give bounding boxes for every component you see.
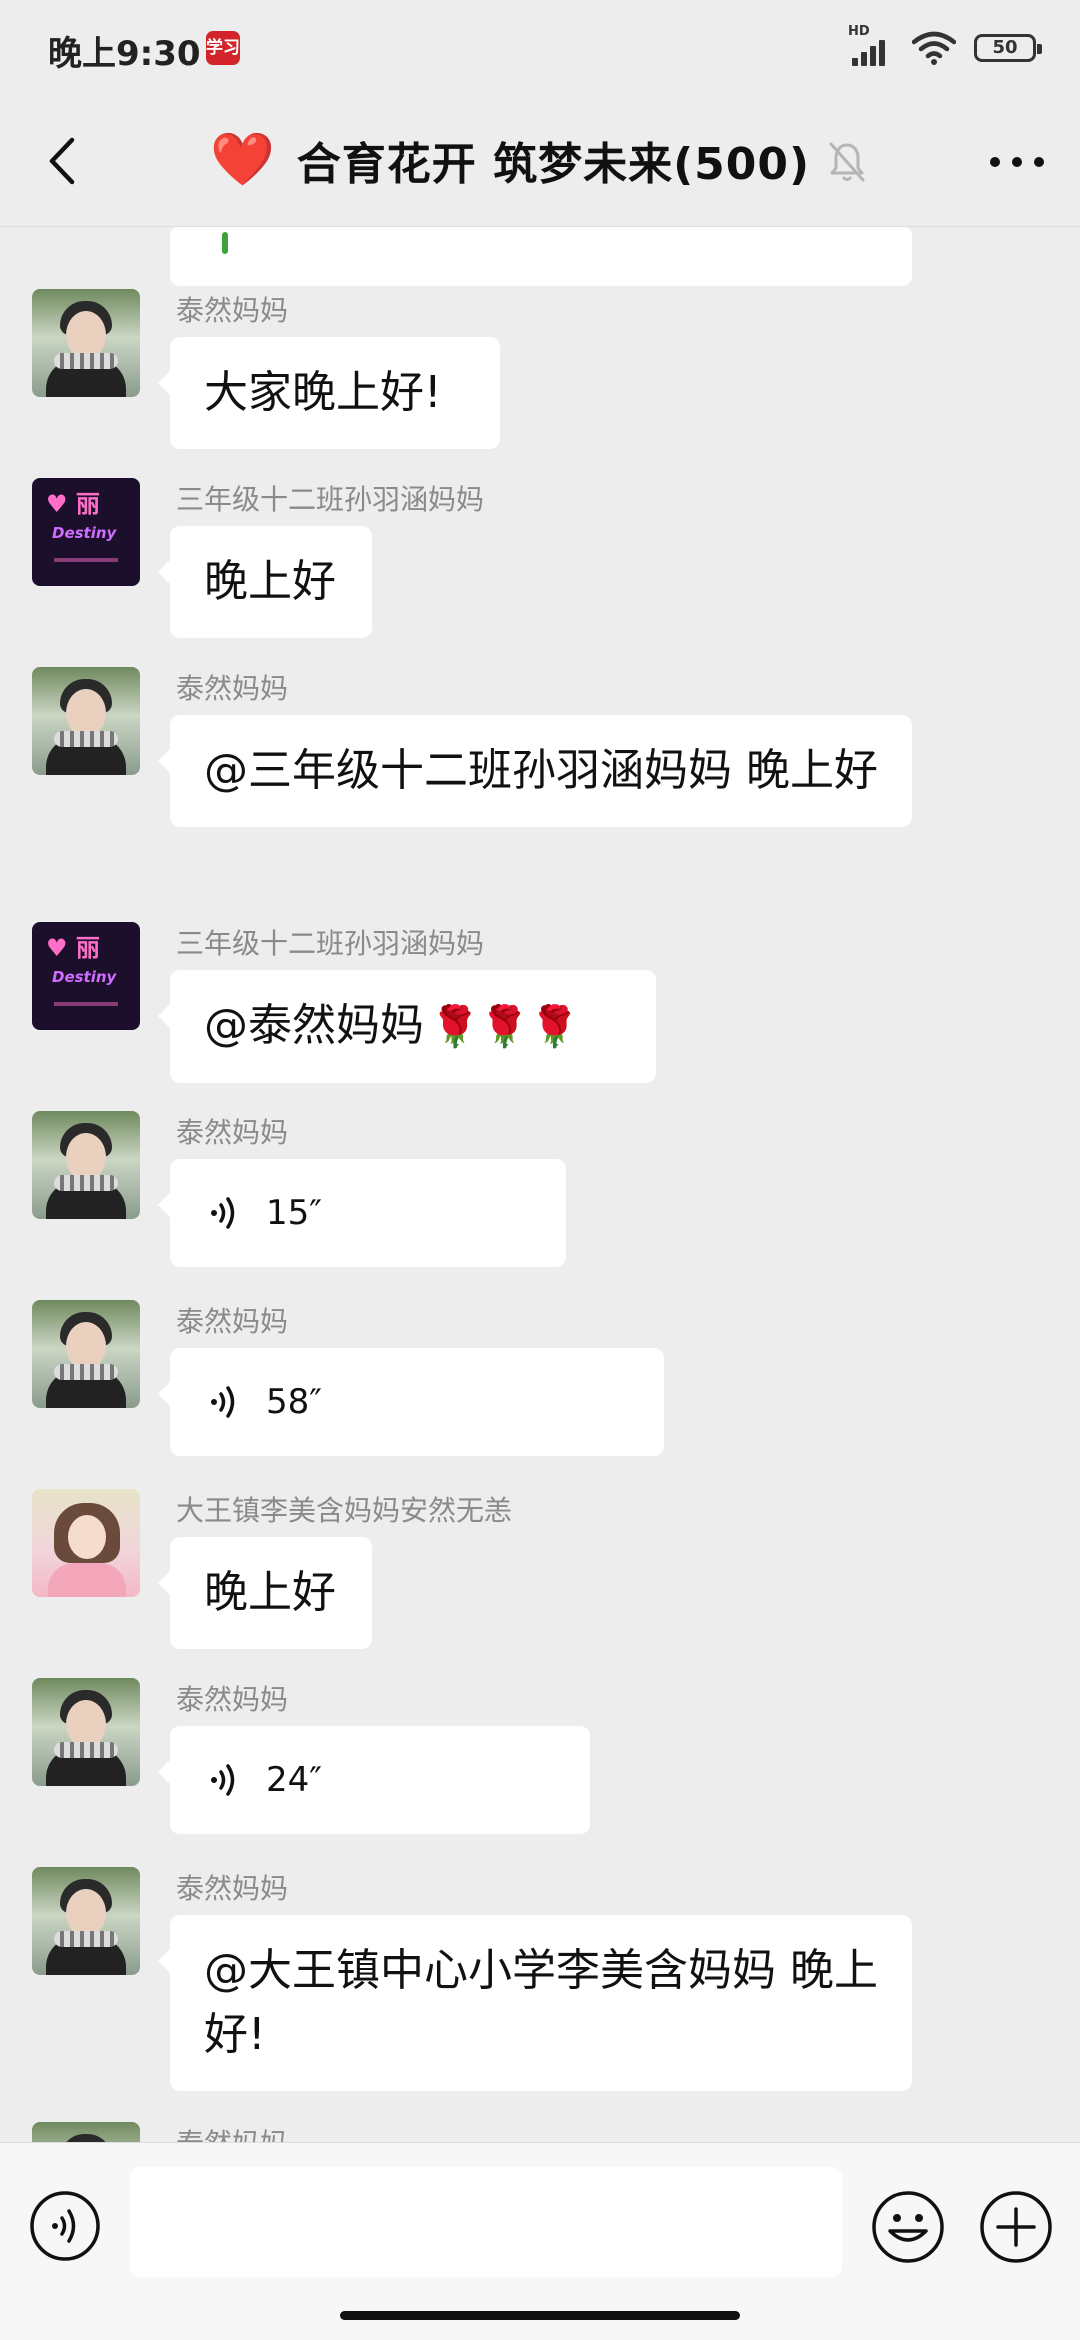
voice-message-bubble[interactable]: 24″ [158, 1726, 590, 1834]
message-bubble[interactable]: @泰然妈妈 🌹🌹🌹 [158, 970, 656, 1083]
app-notification-icon: 学习 [206, 31, 240, 65]
emoji-icon[interactable] [870, 2189, 946, 2265]
avatar[interactable] [32, 1111, 140, 1219]
message-text: 晚上好 [204, 1567, 336, 1618]
sender-name: 泰然妈妈 [176, 2122, 288, 2142]
home-indicator[interactable] [340, 2311, 740, 2320]
voice-message-bubble[interactable]: 58″ [158, 1348, 664, 1456]
message-text: @三年级十二班孙羽涵妈妈 晚上好 [204, 745, 878, 796]
battery-icon: 50 [974, 34, 1042, 62]
rose-emoji: 🌹🌹🌹 [430, 1004, 580, 1050]
sender-name: 泰然妈妈 [176, 1872, 289, 1905]
message-text: 大家晚上好! [204, 367, 442, 418]
voice-duration: 24″ [266, 1760, 322, 1800]
message-text: @大王镇中心小学李美含妈妈 晚上好! [204, 1945, 878, 2060]
message-bubble[interactable]: 晚上好 [158, 1537, 372, 1649]
voice-duration: 58″ [266, 1382, 322, 1422]
message-text: @泰然妈妈 [204, 1000, 424, 1051]
sender-name: 大王镇李美含妈妈安然无恙 [176, 1494, 513, 1527]
voice-message-bubble[interactable]: 15″ [158, 1159, 566, 1267]
message-bubble[interactable]: @三年级十二班孙羽涵妈妈 晚上好 [158, 715, 912, 827]
avatar[interactable] [32, 2122, 140, 2142]
plus-icon[interactable] [978, 2189, 1054, 2265]
network-type-label: HD [848, 24, 870, 39]
sender-name: 泰然妈妈 [176, 1683, 289, 1716]
chat-title: ❤️ 合育花开 筑梦未来(500) [210, 130, 810, 190]
more-dots-icon[interactable] [982, 134, 1052, 190]
status-time: 晚上9:30 [48, 34, 201, 74]
avatar[interactable] [32, 1300, 140, 1408]
sender-name: 三年级十二班孙羽涵妈妈 [176, 483, 485, 516]
input-bar [0, 2142, 1080, 2340]
sender-name: 三年级十二班孙羽涵妈妈 [176, 927, 485, 960]
wifi-icon [912, 31, 956, 65]
status-icons: HD 50 [848, 24, 1042, 68]
avatar[interactable] [32, 289, 140, 397]
chat-screen: 晚上9:30 学习 HD 50 ❤️ 合育花开 筑梦未来(500) 泰然妈妈 大… [0, 0, 1080, 2340]
avatar[interactable] [32, 667, 140, 775]
message-list[interactable]: 泰然妈妈 大家晚上好! ♥ 丽 Destiny 三年级十二班孙羽涵妈妈 晚上好 泰… [0, 227, 1080, 2142]
partial-message-bubble[interactable] [170, 227, 912, 286]
avatar[interactable] [32, 1489, 140, 1597]
group-name: 合育花开 筑梦未来(500) [296, 139, 811, 190]
chat-header: ❤️ 合育花开 筑梦未来(500) [0, 96, 1080, 227]
avatar[interactable]: ♥ 丽 Destiny [32, 478, 140, 586]
message-bubble[interactable]: @大王镇中心小学李美含妈妈 晚上好! [158, 1915, 912, 2091]
sender-name: 泰然妈妈 [176, 1305, 289, 1338]
avatar[interactable]: ♥ 丽 Destiny [32, 922, 140, 1030]
message-input[interactable] [130, 2167, 842, 2277]
heart-icon: ❤️ [210, 130, 275, 190]
message-bubble[interactable]: 晚上好 [158, 526, 372, 638]
back-icon[interactable] [28, 126, 98, 196]
sender-name: 泰然妈妈 [176, 1116, 289, 1149]
voice-wave-icon [211, 1197, 235, 1229]
voice-input-icon[interactable] [28, 2189, 102, 2263]
voice-duration: 15″ [266, 1193, 322, 1233]
sender-name: 泰然妈妈 [176, 672, 289, 705]
voice-wave-icon [211, 1764, 235, 1796]
signal-icon: HD [848, 24, 894, 68]
avatar[interactable] [32, 1678, 140, 1786]
sender-name: 泰然妈妈 [176, 294, 289, 327]
message-bubble[interactable]: 大家晚上好! [158, 337, 500, 449]
voice-wave-icon [211, 1386, 235, 1418]
message-text: 晚上好 [204, 556, 336, 607]
avatar[interactable] [32, 1867, 140, 1975]
status-bar: 晚上9:30 学习 HD 50 [0, 0, 1080, 96]
bell-off-icon [829, 142, 865, 182]
